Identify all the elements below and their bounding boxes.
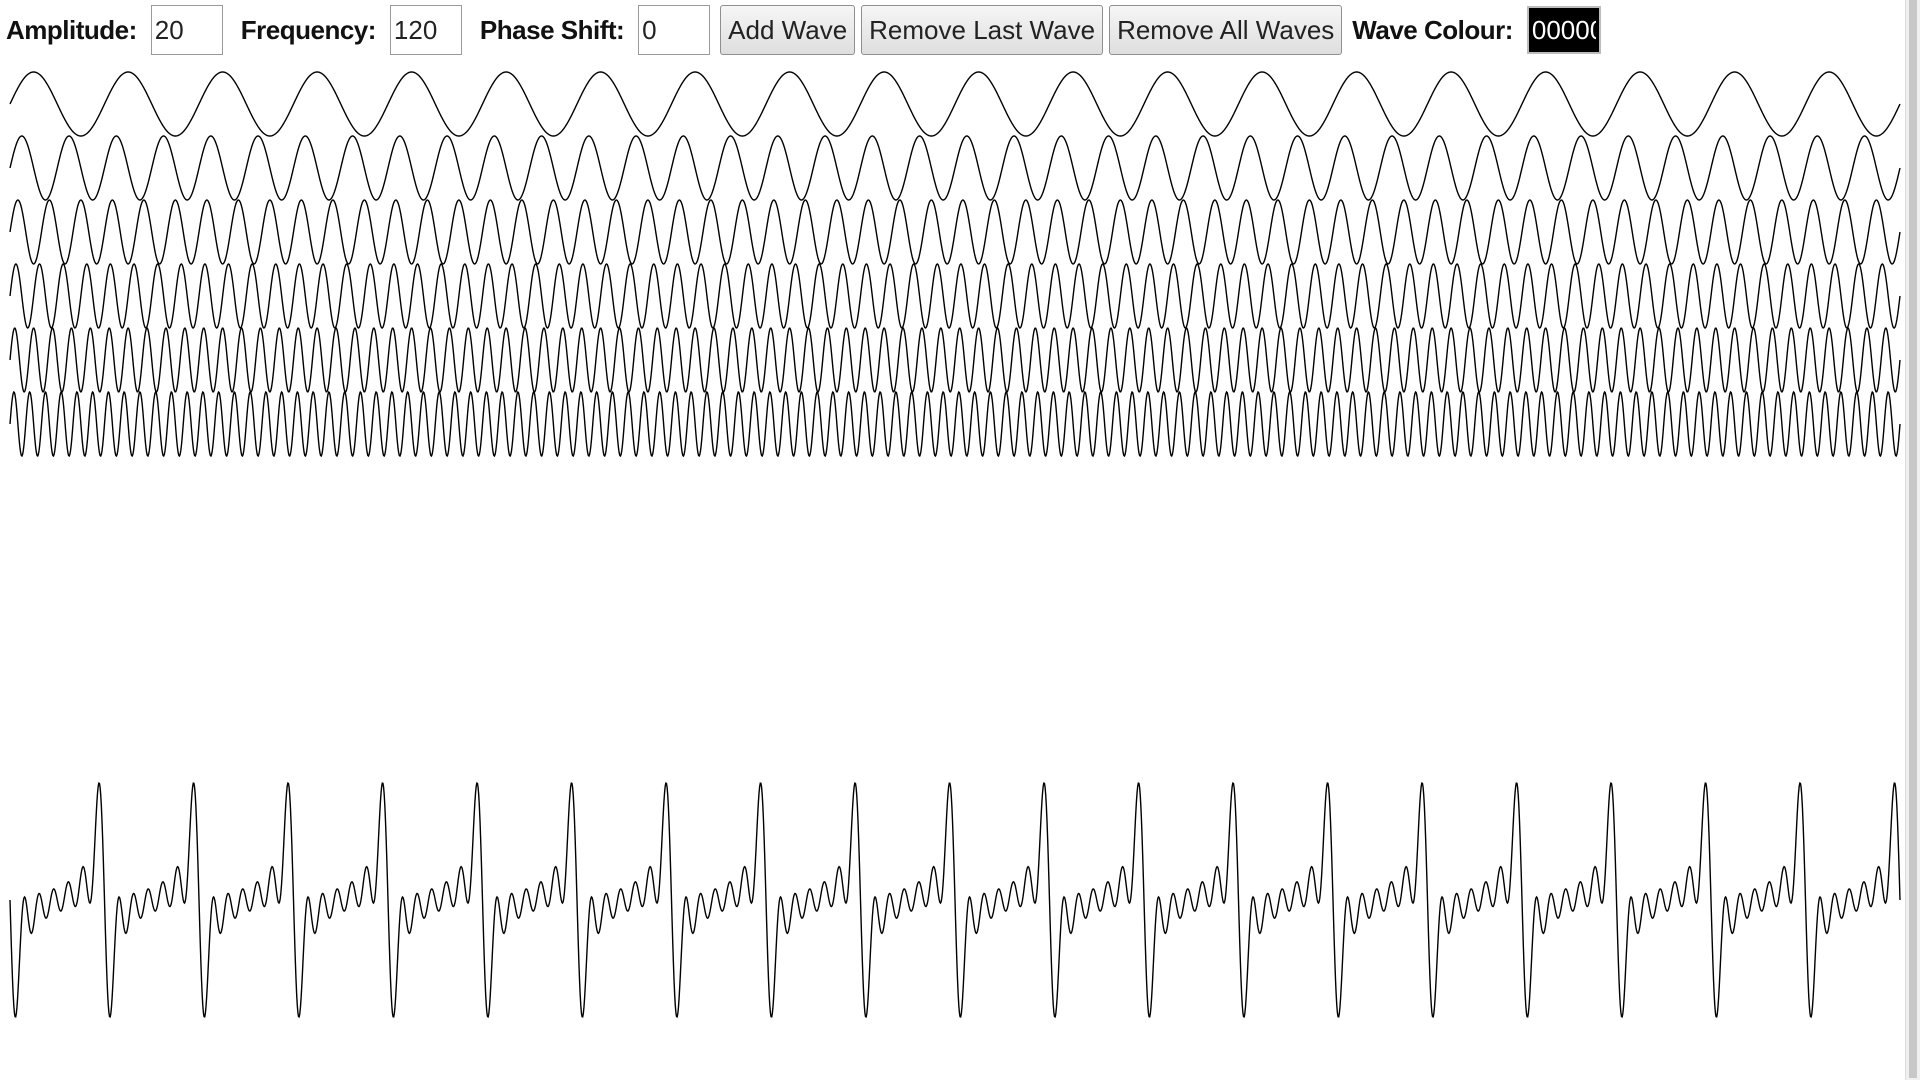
vertical-scrollbar[interactable] — [1905, 0, 1920, 1080]
individual-waves — [9, 71, 1901, 458]
wave-canvas — [9, 71, 1901, 1018]
sine-wave-6 — [9, 390, 1901, 458]
sine-wave-1 — [9, 71, 1901, 137]
sine-wave-3 — [9, 199, 1901, 265]
sine-wave-5 — [9, 327, 1901, 393]
sum-wave — [9, 782, 1901, 1018]
scrollbar-thumb[interactable] — [1909, 0, 1917, 1078]
summed-waveform — [9, 782, 1901, 1018]
sine-wave-2 — [9, 135, 1901, 201]
sine-wave-4 — [9, 263, 1901, 329]
